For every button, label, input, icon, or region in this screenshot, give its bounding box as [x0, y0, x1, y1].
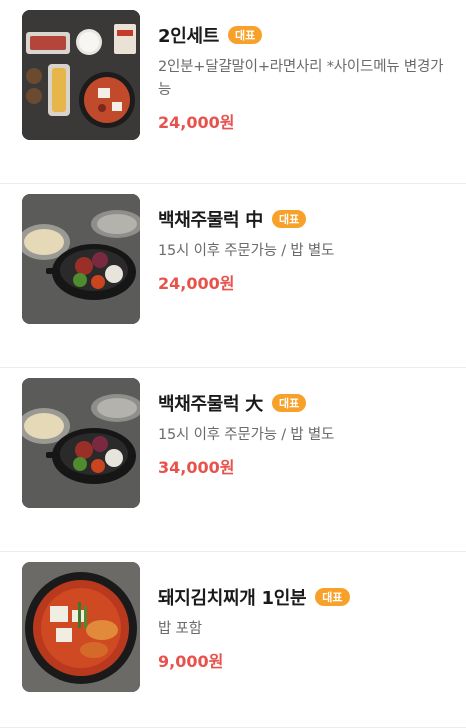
- signature-badge: 대표: [315, 588, 350, 606]
- menu-item-name: 2인세트: [158, 26, 220, 47]
- menu-item-price: 34,000원: [158, 458, 235, 477]
- signature-badge: 대표: [228, 26, 263, 44]
- menu-item-name: 돼지김치찌개 1인분: [158, 588, 307, 609]
- menu-item-description: 15시 이후 주문가능 / 밥 별도: [158, 243, 335, 259]
- menu-item-price: 24,000원: [158, 113, 235, 132]
- menu-item-photo[interactable]: [22, 378, 140, 508]
- menu-item-description: 2인분+달걀말이+라면사리 *사이드메뉴 변경가능: [158, 59, 444, 98]
- menu-item-title-row: 백채주물럭 中 대표: [158, 206, 452, 232]
- signature-badge: 대표: [271, 394, 307, 412]
- menu-item-2in-set[interactable]: 2인세트 대표 2인분+달걀말이+라면사리 *사이드메뉴 변경가능 24,000…: [0, 0, 466, 184]
- menu-item-photo[interactable]: [22, 562, 140, 692]
- menu-item-name: 백채주물럭 大: [158, 394, 263, 415]
- menu-item-description: 밥 포함: [158, 621, 202, 637]
- jjigae-set-photo-icon: [22, 10, 140, 140]
- menu-item-info: 돼지김치찌개 1인분 대표 밥 포함 9,000원: [158, 584, 452, 672]
- menu-list: 2인세트 대표 2인분+달걀말이+라면사리 *사이드메뉴 변경가능 24,000…: [0, 0, 466, 728]
- menu-item-title-row: 백채주물럭 大 대표: [158, 390, 452, 416]
- menu-item-price: 24,000원: [158, 274, 235, 293]
- menu-item-photo[interactable]: [22, 194, 140, 324]
- signature-badge: 대표: [271, 210, 307, 228]
- menu-item-info: 2인세트 대표 2인분+달걀말이+라면사리 *사이드메뉴 변경가능 24,000…: [158, 22, 452, 133]
- menu-item-info: 백채주물럭 大 대표 15시 이후 주문가능 / 밥 별도 34,000원: [158, 390, 452, 478]
- menu-item-price: 9,000원: [158, 652, 224, 671]
- menu-item-name: 백채주물럭 中: [158, 210, 263, 231]
- kimchi-jjigae-pot-photo-icon: [22, 562, 140, 692]
- menu-item-photo[interactable]: [22, 10, 140, 140]
- menu-item-title-row: 돼지김치찌개 1인분 대표: [158, 584, 452, 610]
- jumulleok-pan-photo-icon: [22, 378, 140, 508]
- menu-item-info: 백채주물럭 中 대표 15시 이후 주문가능 / 밥 별도 24,000원: [158, 206, 452, 294]
- jumulleok-pan-photo-icon: [22, 194, 140, 324]
- menu-item-title-row: 2인세트 대표: [158, 22, 452, 48]
- menu-item-jumulleok-large[interactable]: 백채주물럭 大 대표 15시 이후 주문가능 / 밥 별도 34,000원: [0, 368, 466, 552]
- menu-item-description: 15시 이후 주문가능 / 밥 별도: [158, 427, 335, 443]
- menu-item-kimchi-jjigae[interactable]: 돼지김치찌개 1인분 대표 밥 포함 9,000원: [0, 552, 466, 728]
- menu-item-jumulleok-medium[interactable]: 백채주물럭 中 대표 15시 이후 주문가능 / 밥 별도 24,000원: [0, 184, 466, 368]
